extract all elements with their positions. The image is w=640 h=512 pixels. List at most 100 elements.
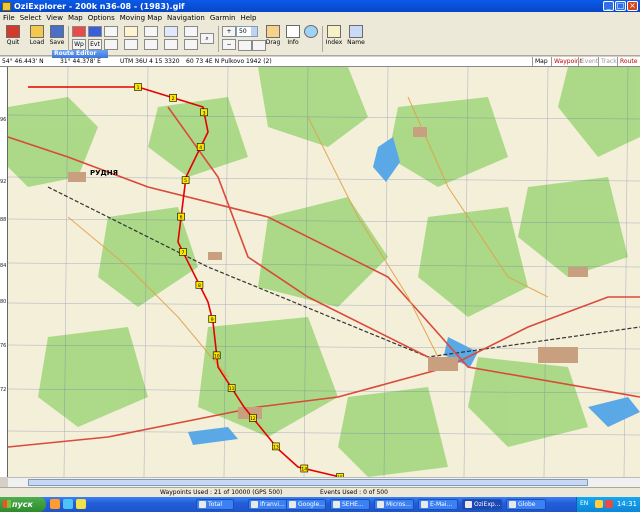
route-waypoint-marker[interactable]: 3 — [200, 108, 208, 117]
route-waypoint-marker[interactable]: 12 — [249, 414, 257, 422]
minimize-button[interactable]: _ — [603, 1, 614, 11]
app-icon — [251, 501, 258, 508]
info-button[interactable]: Info — [284, 24, 302, 54]
drag-button[interactable]: Drag — [264, 24, 282, 54]
route-waypoint-marker[interactable]: 7 — [179, 248, 187, 256]
route-waypoint-label: 10 — [214, 353, 220, 359]
index-icon — [327, 25, 341, 38]
route-waypoint-marker[interactable]: 8 — [195, 281, 204, 289]
task-micros[interactable]: Micros... — [374, 499, 414, 510]
start-button[interactable]: пуск — [0, 497, 46, 512]
track-tool-icon[interactable] — [104, 26, 118, 37]
scale-label: 72 — [0, 387, 7, 393]
toggle-track[interactable]: Track — [598, 57, 619, 66]
move-button[interactable] — [302, 24, 320, 54]
scale-label: 84 — [0, 263, 7, 269]
map-tool-icon[interactable] — [124, 26, 138, 37]
app-icon — [333, 501, 340, 508]
name-button[interactable]: Name — [346, 24, 366, 54]
load-label: Load — [29, 39, 45, 46]
route-waypoint-marker[interactable]: 14 — [300, 464, 309, 473]
toolbar-separator — [322, 26, 323, 52]
menu-navigation[interactable]: Navigation — [167, 14, 205, 22]
load-button[interactable]: Load — [28, 24, 46, 54]
task-label: E-Mai... — [430, 501, 453, 508]
waypoint-tool-icon[interactable] — [72, 26, 86, 37]
move-arrows-icon — [304, 25, 318, 38]
quit-button[interactable]: Quit — [4, 24, 22, 54]
menu-view[interactable]: View — [46, 14, 63, 22]
grid-tool-icon[interactable] — [164, 26, 178, 37]
quicklaunch-icon[interactable] — [50, 499, 60, 509]
menu-help[interactable]: Help — [240, 14, 256, 22]
route-waypoint-marker[interactable]: 5 — [181, 176, 190, 185]
close-button[interactable]: × — [627, 1, 638, 11]
task-email[interactable]: E-Mai... — [418, 499, 458, 510]
zoom-in-icon[interactable]: + — [222, 26, 236, 37]
center-tool-icon[interactable] — [184, 39, 198, 50]
task-globe[interactable]: Globe — [506, 499, 546, 510]
menu-options[interactable]: Options — [88, 14, 115, 22]
menu-garmin[interactable]: Garmin — [210, 14, 236, 22]
task-oziexplorer[interactable]: OziExp... — [462, 499, 502, 510]
quicklaunch-icon[interactable] — [76, 499, 86, 509]
route-waypoint-marker[interactable]: 1 — [134, 83, 142, 92]
toggle-event[interactable]: Event — [578, 57, 600, 66]
toggle-route[interactable]: Route — [617, 57, 639, 66]
route-waypoint-label: 14 — [301, 466, 307, 472]
route-editor-caption[interactable]: Route Editor — [52, 50, 108, 58]
route-waypoint-marker[interactable]: 11 — [227, 384, 236, 392]
language-indicator[interactable]: EN — [580, 500, 588, 507]
task-irfanview[interactable]: Ifranvi... — [248, 499, 288, 510]
route-tool-icon[interactable] — [104, 39, 118, 50]
route-waypoint-marker[interactable]: 9 — [208, 315, 217, 323]
zoom-out-icon[interactable]: − — [222, 39, 236, 50]
zoom-fit-icon[interactable] — [238, 40, 252, 51]
task-sehe[interactable]: SEHE... — [330, 499, 370, 510]
task-label: Google... — [298, 501, 325, 508]
evt-button[interactable]: Evt — [88, 39, 102, 50]
menu-select[interactable]: Select — [20, 14, 42, 22]
task-google[interactable]: Google... — [286, 499, 326, 510]
event-tool-icon[interactable] — [88, 26, 102, 37]
horizontal-scrollbar[interactable] — [8, 477, 640, 487]
tray-icon[interactable] — [605, 500, 613, 508]
save-label: Save — [49, 39, 65, 46]
quit-label: Quit — [6, 39, 20, 46]
events-used: Events Used : 0 of 500 — [320, 489, 388, 496]
info-icon — [286, 25, 300, 38]
route-waypoint-label: 5 — [184, 178, 187, 184]
scale-label: 88 — [0, 217, 7, 223]
route-waypoint-marker[interactable]: 6 — [177, 212, 185, 221]
route-waypoint-label: 9 — [211, 317, 214, 323]
map-view[interactable]: РУДНЯ 123456789101112131415 — [8, 67, 640, 477]
wp-button[interactable]: Wp — [72, 39, 86, 50]
app-icon — [465, 501, 472, 508]
menu-moving-map[interactable]: Moving Map — [120, 14, 162, 22]
system-tray: EN 14:31 — [576, 497, 640, 512]
menu-map[interactable]: Map — [68, 14, 83, 22]
route-waypoint-marker[interactable]: 2 — [169, 93, 177, 102]
zoom-select[interactable]: 50 — [236, 26, 258, 37]
draw-tool-icon[interactable] — [124, 39, 138, 50]
route-waypoint-marker[interactable]: 4 — [196, 143, 205, 151]
quicklaunch-icon[interactable] — [63, 499, 73, 509]
index-button[interactable]: Index — [324, 24, 344, 54]
route-waypoint-marker[interactable]: 10 — [212, 351, 221, 360]
evt-label: Evt — [90, 41, 100, 48]
route-waypoint-marker[interactable]: 13 — [272, 442, 280, 451]
erase-tool-icon[interactable] — [144, 39, 158, 50]
toggle-map[interactable]: Map — [532, 57, 550, 66]
name-tool-icon[interactable] — [164, 39, 178, 50]
task-total[interactable]: Total — [196, 499, 234, 510]
scrollbar-thumb[interactable] — [28, 479, 588, 486]
print-tool-icon[interactable] — [184, 26, 198, 37]
scale-label: 92 — [0, 179, 7, 185]
info-label: Info — [287, 39, 299, 46]
tray-icon[interactable] — [595, 500, 603, 508]
map-canvas[interactable]: РУДНЯ 123456789101112131415 — [8, 67, 640, 477]
search-icon[interactable]: ⌕ — [200, 33, 214, 44]
line-tool-icon[interactable] — [144, 26, 158, 37]
menu-file[interactable]: File — [3, 14, 15, 22]
maximize-button[interactable]: □ — [615, 1, 626, 11]
